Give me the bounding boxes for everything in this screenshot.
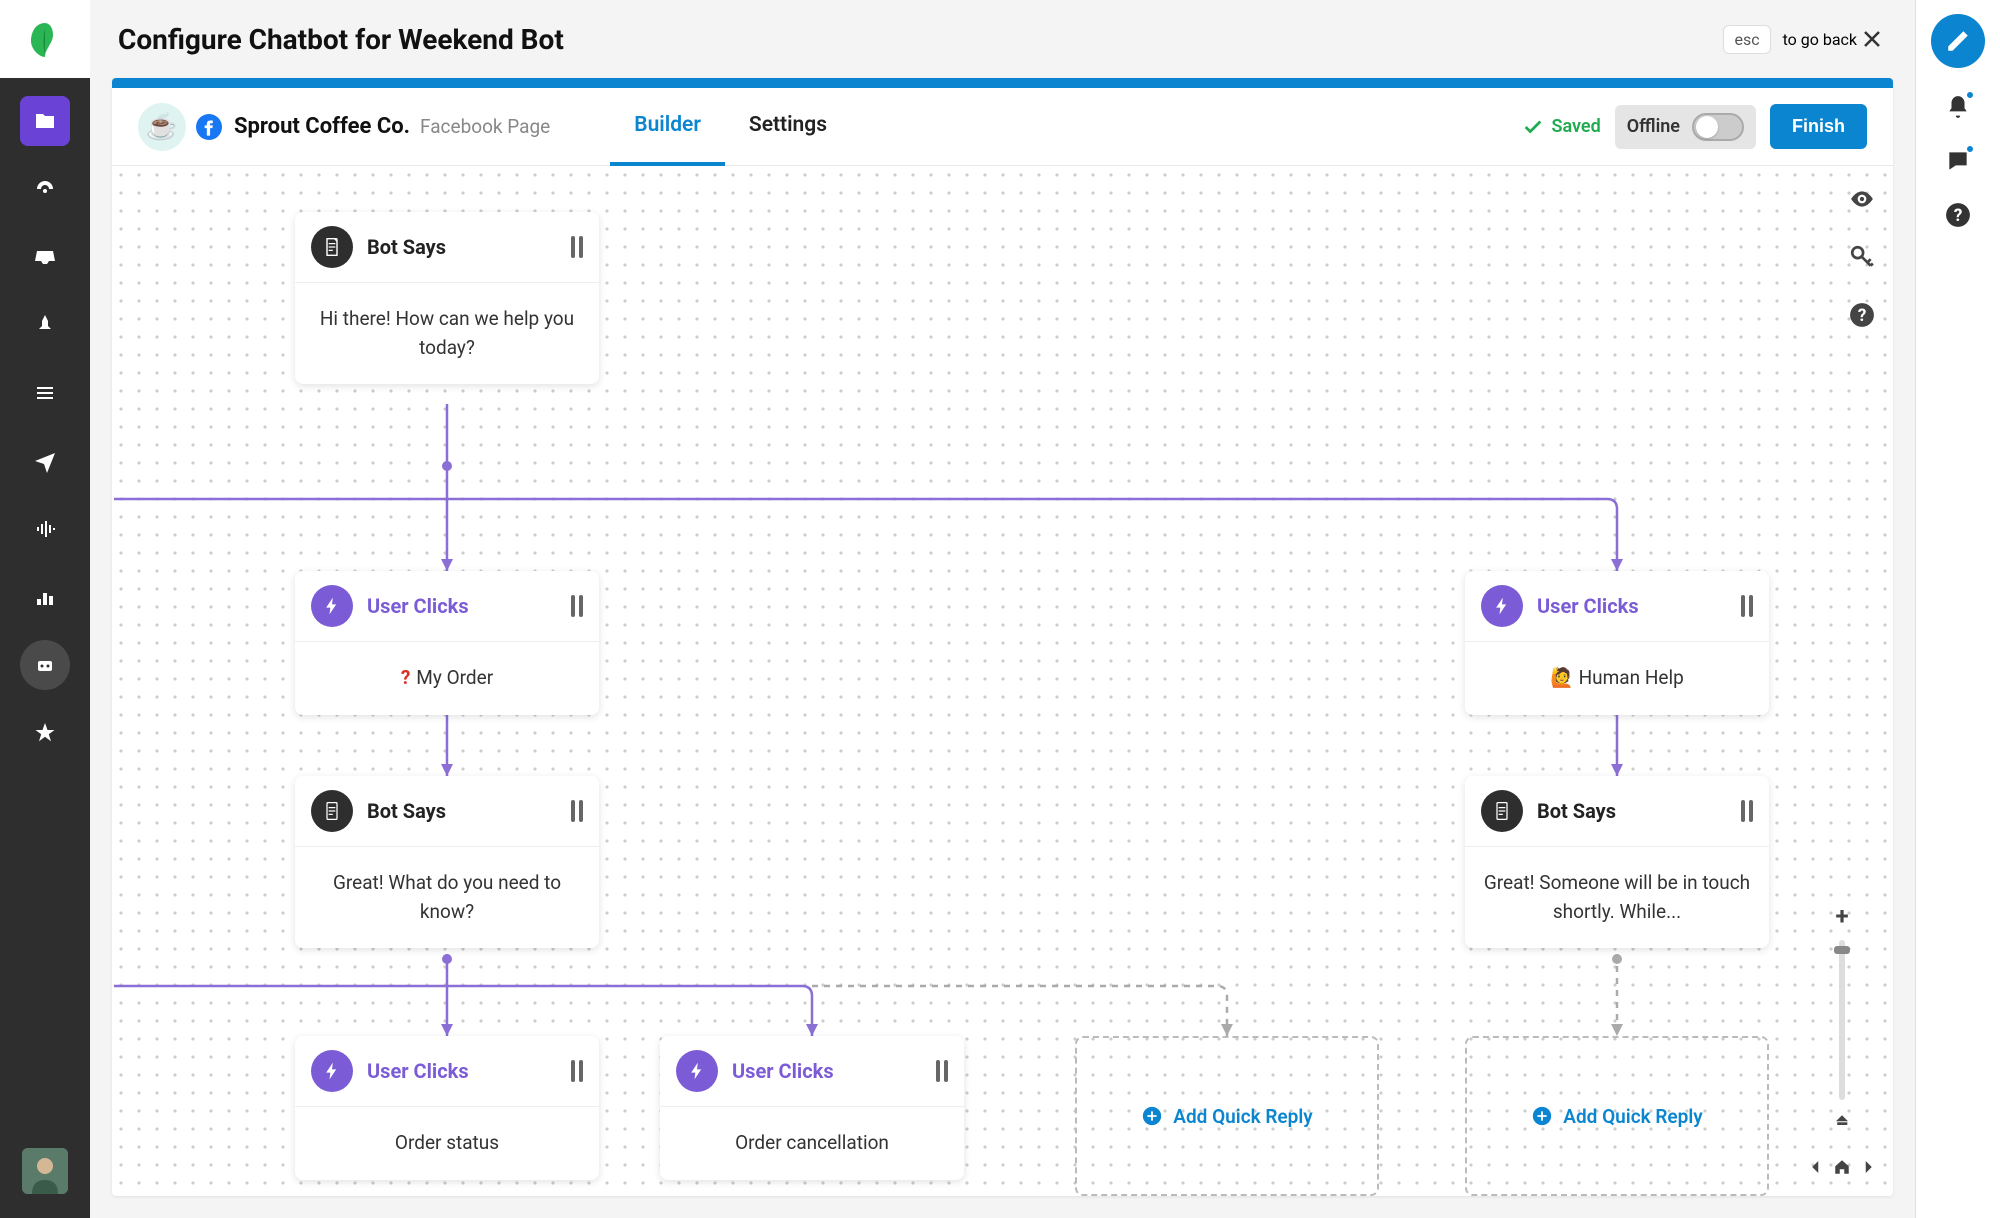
company-name: Sprout Coffee Co. — [234, 114, 410, 139]
tab-builder[interactable]: Builder — [610, 88, 725, 166]
builder-header: ☕ Sprout Coffee Co. Facebook Page Builde… — [112, 88, 1893, 166]
page-header: Configure Chatbot for Weekend Bot esc to… — [90, 0, 1915, 78]
compose-icon — [1945, 28, 1971, 54]
sidebar-left — [0, 0, 90, 1218]
nav-chart[interactable] — [20, 572, 70, 622]
keywords-button[interactable] — [1847, 242, 1877, 272]
svg-text:?: ? — [1858, 306, 1867, 326]
finish-button[interactable]: Finish — [1770, 104, 1867, 149]
help-button-right[interactable]: ? — [1943, 200, 1973, 230]
user-avatar[interactable] — [22, 1148, 68, 1194]
builder-canvas[interactable]: Bot Says Hi there! How can we help you t… — [112, 166, 1893, 1196]
sidebar-right: ? — [1915, 0, 2000, 1218]
canvas-toolbar: ? — [1847, 184, 1877, 330]
question-circle-icon: ? — [1849, 302, 1875, 328]
zoom-controls: + − — [1807, 902, 1877, 1176]
saved-status: Saved — [1522, 116, 1601, 138]
goback-hint: to go back — [1783, 30, 1857, 49]
nav-send[interactable] — [20, 436, 70, 486]
node-bot-says-1[interactable]: Bot Says Hi there! How can we help you t… — [295, 212, 599, 384]
drag-handle-icon[interactable] — [936, 1060, 948, 1082]
facebook-icon — [196, 114, 222, 140]
drag-handle-icon[interactable] — [571, 595, 583, 617]
add-quick-reply-button[interactable]: Add Quick Reply — [1465, 1036, 1769, 1196]
nav-inbox[interactable] — [20, 232, 70, 282]
nav-bot[interactable] — [20, 640, 70, 690]
drag-handle-icon[interactable] — [571, 1060, 583, 1082]
close-icon — [1860, 27, 1884, 51]
offline-label: Offline — [1627, 116, 1680, 137]
page-title: Configure Chatbot for Weekend Bot — [118, 23, 1723, 56]
chevron-left-icon[interactable] — [1807, 1158, 1825, 1176]
plus-circle-icon — [1531, 1105, 1553, 1127]
nav-audio[interactable] — [20, 504, 70, 554]
nav-pin[interactable] — [20, 300, 70, 350]
node-user-clicks-order-cancellation[interactable]: User Clicks Order cancellation — [660, 1036, 964, 1180]
page-type-label: Facebook Page — [420, 115, 550, 138]
zoom-in-button[interactable]: + — [1828, 902, 1856, 930]
eye-icon — [1849, 186, 1875, 212]
drag-handle-icon[interactable] — [571, 236, 583, 258]
question-circle-icon: ? — [1945, 202, 1971, 228]
offline-toggle-group: Offline — [1615, 105, 1756, 149]
bolt-icon — [1481, 585, 1523, 627]
bolt-icon — [311, 1050, 353, 1092]
esc-key-hint: esc — [1723, 25, 1770, 54]
node-bot-says-2[interactable]: Bot Says Great! What do you need to know… — [295, 776, 599, 948]
document-icon — [311, 226, 353, 268]
drag-handle-icon[interactable] — [1741, 800, 1753, 822]
notifications-button[interactable] — [1943, 92, 1973, 122]
bolt-icon — [311, 585, 353, 627]
node-user-clicks-order-status[interactable]: User Clicks Order status — [295, 1036, 599, 1180]
nav-list[interactable] — [20, 368, 70, 418]
add-quick-reply-button[interactable]: Add Quick Reply — [1075, 1036, 1379, 1196]
chevron-up-icon[interactable] — [1833, 1110, 1851, 1128]
messages-button[interactable] — [1943, 146, 1973, 176]
drag-handle-icon[interactable] — [1741, 595, 1753, 617]
compose-button[interactable] — [1931, 14, 1985, 68]
logo[interactable] — [0, 0, 90, 78]
nav-folder[interactable] — [20, 96, 70, 146]
close-button[interactable] — [1857, 24, 1887, 54]
help-button[interactable]: ? — [1847, 300, 1877, 330]
tab-settings[interactable]: Settings — [725, 88, 851, 166]
checkmark-icon — [1522, 116, 1544, 138]
node-user-clicks-human-help[interactable]: User Clicks 🙋 Human Help — [1465, 571, 1769, 715]
chevron-right-icon[interactable] — [1859, 1158, 1877, 1176]
svg-text:?: ? — [1954, 206, 1963, 226]
profile-cup-icon: ☕ — [138, 103, 186, 151]
key-icon — [1849, 244, 1875, 270]
zoom-slider[interactable] — [1839, 940, 1845, 1100]
home-icon[interactable] — [1833, 1158, 1851, 1176]
node-user-clicks-my-order[interactable]: User Clicks ?My Order — [295, 571, 599, 715]
drag-handle-icon[interactable] — [571, 800, 583, 822]
nav-gauge[interactable] — [20, 164, 70, 214]
plus-circle-icon — [1141, 1105, 1163, 1127]
node-bot-says-3[interactable]: Bot Says Great! Someone will be in touch… — [1465, 776, 1769, 948]
bolt-icon — [676, 1050, 718, 1092]
online-toggle[interactable] — [1692, 113, 1744, 141]
nav-star[interactable] — [20, 708, 70, 758]
preview-button[interactable] — [1847, 184, 1877, 214]
